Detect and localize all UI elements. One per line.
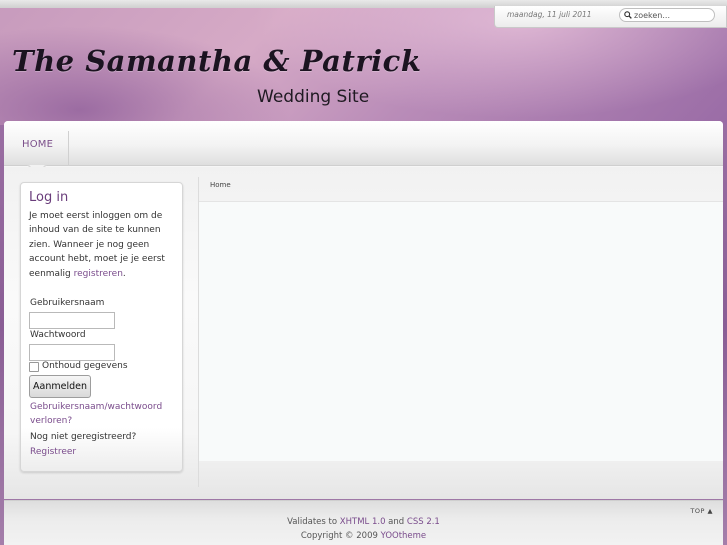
search-icon [624, 11, 632, 19]
forgot-credentials-link[interactable]: Gebruikersnaam/wachtwoord verloren? [30, 400, 180, 428]
not-registered-text: Nog niet geregistreerd? [30, 432, 137, 442]
back-to-top-link[interactable]: TOP ▲ [690, 507, 713, 515]
login-submit-button[interactable]: Aanmelden [29, 375, 91, 398]
top-widget: maandag, 11 juli 2011 [494, 6, 727, 28]
password-label: Wachtwoord [30, 330, 86, 340]
search-box[interactable] [619, 8, 715, 22]
copyright-line: Copyright © 2009 YOOtheme [4, 531, 723, 541]
yootheme-link[interactable]: YOOtheme [381, 531, 427, 541]
css-link[interactable]: CSS 2.1 [407, 517, 440, 527]
validates-prefix: Validates to [287, 517, 340, 527]
register-inline-link[interactable]: registreren [74, 269, 123, 279]
remember-label: Onthoud gegevens [42, 361, 128, 371]
breadcrumb-home[interactable]: Home [210, 181, 231, 189]
login-intro: Je moet eerst inloggen om de inhoud van … [29, 209, 179, 281]
main-menu: HOME [4, 121, 723, 166]
main-content [199, 201, 723, 461]
page-container: HOME Home Log in Je moet eerst inloggen … [4, 121, 723, 499]
and-text: and [385, 517, 407, 527]
remember-checkbox[interactable] [29, 362, 39, 372]
footer: TOP ▲ Validates to XHTML 1.0 and CSS 2.1… [4, 500, 723, 545]
site-subtitle: Wedding Site [257, 87, 370, 107]
username-label: Gebruikersnaam [30, 298, 105, 308]
menu-item-home-label: HOME [22, 139, 54, 150]
menu-item-home[interactable]: HOME [4, 131, 69, 166]
breadcrumb[interactable]: Home [210, 181, 231, 189]
search-input[interactable] [634, 9, 710, 21]
register-link[interactable]: Registreer [30, 445, 180, 459]
login-module: Log in Je moet eerst inloggen om de inho… [20, 182, 183, 472]
password-input[interactable] [29, 344, 115, 361]
username-input[interactable] [29, 312, 115, 329]
arrow-up-icon: ▲ [707, 507, 713, 515]
site-title[interactable]: The Samantha & Patrick [12, 44, 421, 78]
current-date: maandag, 11 juli 2011 [507, 10, 592, 19]
login-intro-end: . [122, 268, 126, 279]
top-label: TOP [690, 507, 705, 515]
login-title: Log in [29, 190, 69, 205]
copyright-prefix: Copyright © 2009 [300, 531, 381, 541]
xhtml-link[interactable]: XHTML 1.0 [340, 517, 386, 527]
validation-line: Validates to XHTML 1.0 and CSS 2.1 [4, 517, 723, 527]
